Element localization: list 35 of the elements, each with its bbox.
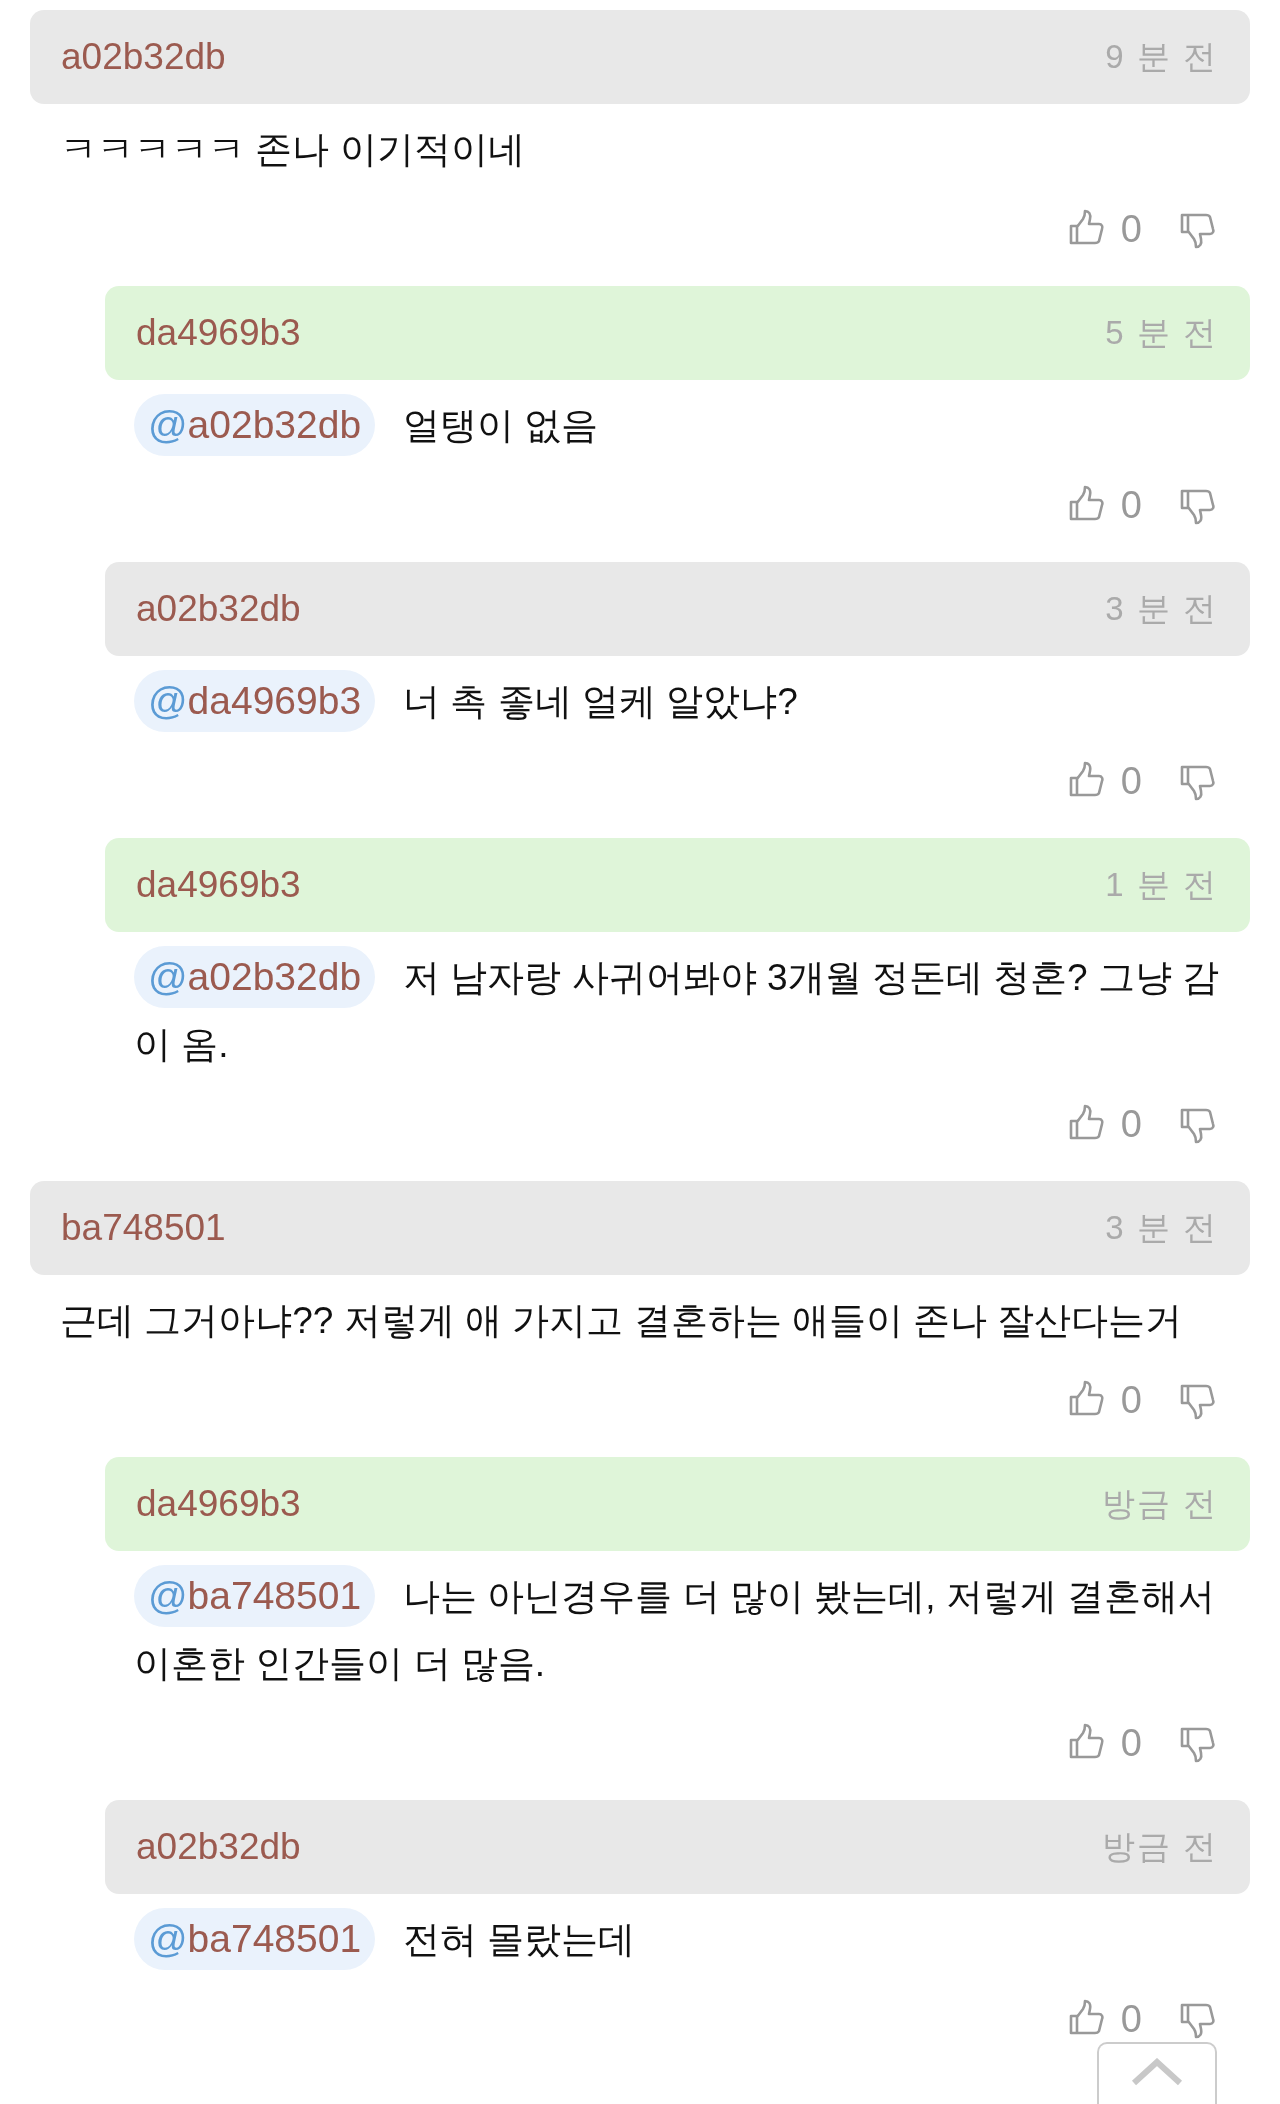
timestamp: 방금 전 bbox=[1101, 1826, 1218, 1867]
timestamp: 3 분 전 bbox=[1105, 588, 1218, 629]
like-count: 0 bbox=[1120, 1378, 1142, 1422]
comment-text: @a02b32db 얼탱이 없음 bbox=[105, 380, 1250, 472]
mention-link[interactable]: @ba748501 bbox=[134, 1908, 376, 1970]
mention-link[interactable]: @ba748501 bbox=[134, 1565, 376, 1627]
timestamp: 3 분 전 bbox=[1105, 1207, 1218, 1248]
like-count: 0 bbox=[1120, 759, 1142, 803]
username[interactable]: a02b32db bbox=[136, 588, 301, 630]
mention-link[interactable]: @da4969b3 bbox=[134, 670, 376, 732]
scroll-top-button[interactable] bbox=[1097, 2042, 1217, 2104]
like-count: 0 bbox=[1120, 483, 1142, 527]
comment-text: @ba748501 나는 아닌경우를 더 많이 봤는데, 저렇게 결혼해서 이혼한 인간들이 더 많음. bbox=[105, 1551, 1250, 1710]
mention-link[interactable]: @a02b32db bbox=[134, 946, 376, 1008]
username[interactable]: da4969b3 bbox=[136, 1483, 301, 1525]
timestamp: 5 분 전 bbox=[1105, 312, 1218, 353]
comment-text: ㅋㅋㅋㅋㅋ 존나 이기적이네 bbox=[59, 128, 526, 172]
timestamp: 9 분 전 bbox=[1105, 36, 1218, 77]
chevron-up-icon bbox=[1131, 2058, 1183, 2086]
timestamp: 1 분 전 bbox=[1105, 864, 1218, 905]
comment-text: @da4969b3 너 촉 좋네 얼케 알았냐? bbox=[105, 656, 1250, 748]
like-count: 0 bbox=[1120, 1997, 1142, 2041]
username[interactable]: da4969b3 bbox=[136, 312, 301, 354]
comment-text: @ba748501 전혀 몰랐는데 bbox=[105, 1894, 1250, 1986]
like-count: 0 bbox=[1120, 1721, 1142, 1765]
like-count: 0 bbox=[1120, 207, 1142, 251]
username[interactable]: ba748501 bbox=[61, 1207, 226, 1249]
timestamp: 방금 전 bbox=[1101, 1483, 1218, 1524]
mention-link[interactable]: @a02b32db bbox=[134, 394, 376, 456]
username[interactable]: a02b32db bbox=[136, 1826, 301, 1868]
comment-text: @a02b32db 저 남자랑 사귀어봐야 3개월 정돈데 청혼? 그냥 감이 옴. bbox=[105, 932, 1250, 1091]
username[interactable]: da4969b3 bbox=[136, 864, 301, 906]
username[interactable]: a02b32db bbox=[61, 36, 226, 78]
like-count: 0 bbox=[1120, 1102, 1142, 1146]
comment-text: 근데 그거아냐?? 저렇게 애 가지고 결혼하는 애들이 존나 잘산다는거 bbox=[59, 1299, 1184, 1343]
